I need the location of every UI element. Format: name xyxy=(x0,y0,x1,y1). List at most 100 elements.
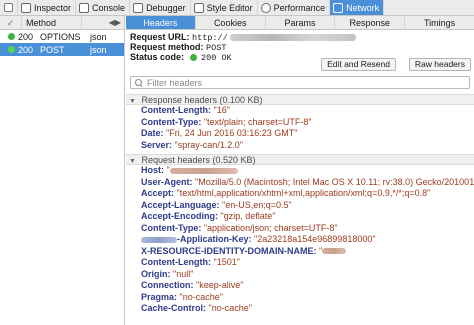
request-method: OPTIONS xyxy=(40,31,81,42)
network-icon xyxy=(333,2,344,13)
status-ok-icon xyxy=(8,33,15,40)
header-key: Content-Type: xyxy=(141,116,202,127)
status-ok-icon xyxy=(8,46,15,53)
request-details: Headers Cookies Params Response Timings … xyxy=(126,16,474,325)
performance-icon xyxy=(260,2,271,13)
header-key: Accept-Language: xyxy=(141,199,220,210)
devtools-toolbar: Inspector Console Debugger Style Editor … xyxy=(0,0,474,16)
header-key: -Application-Key: xyxy=(177,234,252,244)
tab-performance[interactable]: Performance xyxy=(258,0,331,15)
header-row: User-Agent: "Mozilla/5.0 (Macintosh; Int… xyxy=(126,177,474,189)
element-picker-icon xyxy=(4,3,13,12)
request-status: 200 xyxy=(18,44,34,55)
header-row: Accept: "text/html,application/xhtml+xml… xyxy=(126,188,474,200)
header-row: Content-Type: "application/json; charset… xyxy=(126,223,474,235)
status-ok-icon xyxy=(189,54,197,62)
header-key: Pragma: xyxy=(141,291,178,302)
header-value: "1501" xyxy=(213,257,240,267)
status-code-label: Status code: xyxy=(130,52,185,62)
tab-style-editor-label: Style Editor xyxy=(206,2,253,13)
header-row: Content-Length: "1501" xyxy=(126,257,474,269)
tab-debugger-label: Debugger xyxy=(146,2,186,13)
request-file: json xyxy=(90,44,107,55)
header-value: "Fri, 24 Jun 2016 03:16:23 GMT" xyxy=(166,128,298,138)
header-row: Origin: "null" xyxy=(126,269,474,281)
tab-network-label: Network xyxy=(346,2,380,13)
edit-and-resend-button[interactable]: Edit and Resend xyxy=(321,58,396,71)
tab-params[interactable]: Params xyxy=(266,16,336,29)
request-url-label: Request URL: xyxy=(130,32,190,42)
style-editor-icon xyxy=(193,2,204,13)
header-value: "en-US,en;q=0.5" xyxy=(222,199,292,210)
search-icon xyxy=(135,78,143,87)
tab-inspector-label: Inspector xyxy=(34,2,72,13)
header-value: "no-cache" xyxy=(208,303,252,313)
tab-performance-label: Performance xyxy=(273,2,326,13)
status-code-value: 200 OK xyxy=(201,53,232,63)
column-method[interactable]: Method xyxy=(22,16,82,29)
console-icon xyxy=(79,2,90,13)
response-headers-section[interactable]: ▼ Response headers (0.100 KB) xyxy=(126,94,474,105)
header-value: "2a23218a154e96899818000" xyxy=(254,234,376,244)
request-url-line: Request URL: http:// xyxy=(130,32,470,43)
header-row: Cache-Control: "no-cache" xyxy=(126,303,474,315)
column-status[interactable]: ✓ xyxy=(0,16,22,29)
header-key: Date: xyxy=(141,128,164,138)
header-row: Server: "spray-can/1.2.0" xyxy=(126,140,474,152)
header-key: Content-Type: xyxy=(141,222,202,233)
header-row: Connection: "keep-alive" xyxy=(126,280,474,292)
tab-console[interactable]: Console xyxy=(76,0,131,15)
tab-response[interactable]: Response xyxy=(335,16,406,29)
tab-inspector[interactable]: Inspector xyxy=(18,0,77,15)
request-headers-title: Request headers (0.520 KB) xyxy=(141,155,256,165)
header-value: "text/html,application/xhtml+xml,applica… xyxy=(176,188,431,198)
header-value: "gzip, deflate" xyxy=(220,211,276,221)
request-method-label: Request method: xyxy=(130,42,204,52)
tab-debugger[interactable]: Debugger xyxy=(130,0,191,15)
raw-headers-button[interactable]: Raw headers xyxy=(408,58,471,71)
request-row[interactable]: 200 OPTIONS json xyxy=(0,30,124,43)
header-row: -Application-Key: "2a23218a154e968998180… xyxy=(126,234,474,246)
header-key: Content-Length: xyxy=(141,257,211,267)
header-row: Date: "Fri, 24 Jun 2016 03:16:23 GMT" xyxy=(126,128,474,140)
header-key: Host: xyxy=(141,165,164,175)
tab-network[interactable]: Network xyxy=(330,0,385,15)
header-key: Cache-Control: xyxy=(141,303,206,313)
request-method: POST xyxy=(40,44,65,55)
tab-console-label: Console xyxy=(92,2,126,13)
header-key: Content-Length: xyxy=(141,105,211,115)
element-picker-button[interactable] xyxy=(0,0,18,15)
header-row: Content-Type: "text/plain; charset=UTF-8… xyxy=(126,117,474,129)
header-key: Origin: xyxy=(141,268,171,279)
header-row: Accept-Encoding: "gzip, deflate" xyxy=(126,211,474,223)
request-list-header: ✓ Method ◀▶ xyxy=(0,16,124,30)
details-tabs: Headers Cookies Params Response Timings xyxy=(126,16,474,30)
column-file[interactable]: ◀▶ xyxy=(82,16,124,29)
filter-headers-box[interactable] xyxy=(130,76,470,89)
header-key: User-Agent: xyxy=(141,176,193,187)
debugger-icon xyxy=(133,2,144,13)
header-value: "text/plain; charset=UTF-8" xyxy=(203,116,312,127)
header-value: "spray-can/1.2.0" xyxy=(174,139,243,150)
tab-cookies[interactable]: Cookies xyxy=(196,16,266,29)
redacted-value xyxy=(322,248,347,255)
tab-style-editor[interactable]: Style Editor xyxy=(191,0,258,15)
response-headers-title: Response headers (0.100 KB) xyxy=(141,95,263,105)
tab-headers[interactable]: Headers xyxy=(126,16,196,29)
header-key: Accept-Encoding: xyxy=(141,211,219,221)
header-key: Server: xyxy=(141,139,173,150)
request-row-selected[interactable]: 200 POST json xyxy=(0,43,124,56)
redacted-url xyxy=(229,34,356,42)
expand-triangle-icon: ▼ xyxy=(129,158,136,165)
collapse-arrow-icon[interactable]: ◀▶ xyxy=(109,16,121,30)
header-value: "no-cache" xyxy=(179,291,223,302)
header-row: X-RESOURCE-IDENTITY-DOMAIN-NAME: " xyxy=(126,246,474,258)
header-key: Accept: xyxy=(141,188,175,198)
header-row: Host: " xyxy=(126,165,474,177)
tab-timings[interactable]: Timings xyxy=(405,16,474,29)
request-status: 200 xyxy=(18,31,34,42)
request-file: json xyxy=(90,31,107,42)
request-headers-section[interactable]: ▼ Request headers (0.520 KB) xyxy=(126,154,474,165)
filter-headers-input[interactable] xyxy=(147,77,447,88)
header-value: "16" xyxy=(213,105,230,115)
